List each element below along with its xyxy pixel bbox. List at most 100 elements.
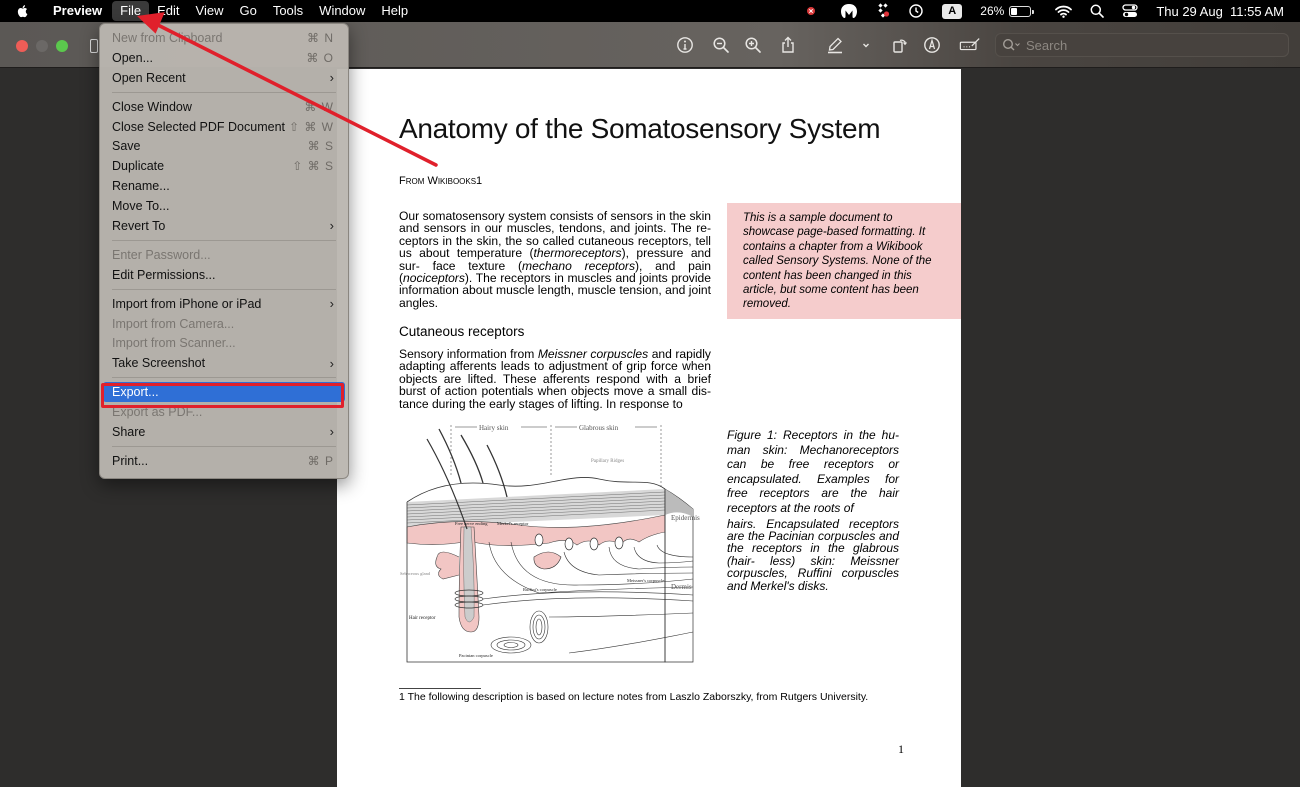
section-heading: Cutaneous receptors <box>399 324 525 339</box>
highlight-dropdown-chevron-icon[interactable] <box>856 35 876 55</box>
menu-view[interactable]: View <box>188 0 232 22</box>
app-menu-preview[interactable]: Preview <box>45 0 110 22</box>
battery-status[interactable]: 26% <box>980 4 1035 18</box>
menu-item-import-from-iphone-or-ipad[interactable]: Import from iPhone or iPad › <box>100 294 348 314</box>
highlight-pen-icon[interactable] <box>825 35 845 55</box>
minimize-window-button[interactable] <box>36 40 48 52</box>
menu-item-label: Move To... <box>112 199 170 214</box>
input-source-indicator[interactable]: A <box>942 3 963 19</box>
figure-label-glabrous-skin: Glabrous skin <box>579 424 619 432</box>
document-title: Anatomy of the Somatosensory System <box>399 113 881 144</box>
menu-file[interactable]: File <box>112 1 150 21</box>
menu-item-import-from-camera: Import from Camera... <box>100 314 348 334</box>
figure-label-sebaceous: Sebaceous gland <box>400 571 431 576</box>
footnote-rule <box>399 688 481 689</box>
signature-icon[interactable] <box>958 35 982 55</box>
caption-part-2: hairs. Encapsulated receptors are the Pa… <box>727 516 899 593</box>
menu-item-print[interactable]: Print... ⌘ P <box>100 451 348 471</box>
menu-help[interactable]: Help <box>373 0 416 22</box>
skin-receptors-figure: Hairy skin Glabrous skin Papillary Ridge… <box>400 424 700 663</box>
markup-icon[interactable] <box>922 35 942 55</box>
menu-item-shortcut: ⇧ ⌘ W <box>288 119 334 134</box>
menu-separator <box>112 377 336 379</box>
time-machine-icon[interactable] <box>908 3 924 19</box>
battery-icon <box>1009 5 1035 17</box>
chevron-right-icon: › <box>329 218 334 234</box>
menu-item-take-screenshot[interactable]: Take Screenshot › <box>100 353 348 373</box>
figure-label-pacinian: Pacinian corpuscle <box>459 653 493 658</box>
search-icon <box>1002 38 1020 51</box>
zoom-in-icon[interactable] <box>743 35 763 55</box>
figure-label-epidermis: Epidermis <box>671 514 700 522</box>
share-icon[interactable] <box>778 35 798 55</box>
menu-item-label: Import from iPhone or iPad <box>112 296 262 311</box>
menu-tools[interactable]: Tools <box>265 0 311 22</box>
menu-item-shortcut: ⇧ ⌘ S <box>292 159 334 174</box>
menu-item-open-recent[interactable]: Open Recent › <box>100 68 348 88</box>
menu-separator <box>112 239 336 241</box>
window-controls <box>16 40 68 52</box>
pdf-page[interactable]: Anatomy of the Somatosensory System From… <box>337 69 961 787</box>
document-source: From Wikibooks1 <box>399 175 483 187</box>
battery-percent: 26% <box>980 4 1005 18</box>
menu-item-label: Revert To <box>112 218 166 233</box>
menu-item-label: Take Screenshot <box>112 356 206 371</box>
menu-item-label: Import from Scanner... <box>112 336 236 351</box>
menu-item-label: Save <box>112 139 141 154</box>
cutaneous-paragraph: Sensory information from Meissner corpus… <box>399 348 711 410</box>
figure-caption: Figure 1: Receptors in the hu- man skin:… <box>727 428 899 592</box>
menu-item-export[interactable]: Export... <box>103 382 345 403</box>
page-number: 1 <box>898 742 904 756</box>
menu-bar: Preview File Edit View Go Tools Window H… <box>0 0 1300 22</box>
apple-menu-icon[interactable] <box>15 3 31 19</box>
sidebar-toggle-icon[interactable] <box>90 39 98 53</box>
menu-item-open[interactable]: Open... ⌘ O <box>100 48 348 68</box>
menu-item-share[interactable]: Share › <box>100 422 348 442</box>
menu-go[interactable]: Go <box>231 0 264 22</box>
menu-item-duplicate[interactable]: Duplicate ⇧ ⌘ S <box>100 156 348 176</box>
menu-item-label: New from Clipboard <box>112 30 223 45</box>
figure-label-merkel: Merkel's receptor <box>497 521 529 526</box>
record-stop-icon[interactable] <box>806 6 816 16</box>
menu-item-label: Open Recent <box>112 70 186 85</box>
menu-item-import-from-scanner: Import from Scanner... <box>100 333 348 353</box>
chevron-right-icon: › <box>329 296 334 312</box>
menu-item-move-to[interactable]: Move To... <box>100 196 348 216</box>
menu-item-shortcut: ⌘ W <box>304 99 334 114</box>
menu-item-close-window[interactable]: Close Window ⌘ W <box>100 97 348 117</box>
sample-notice-box: This is a sample document to showcase pa… <box>727 203 961 319</box>
menu-item-label: Enter Password... <box>112 247 211 262</box>
menu-item-save[interactable]: Save ⌘ S <box>100 136 348 156</box>
menu-item-shortcut: ⌘ N <box>307 30 334 45</box>
search-input[interactable] <box>1026 37 1266 53</box>
menu-item-label: Export... <box>112 385 159 400</box>
control-center-icon[interactable] <box>1122 4 1138 18</box>
menu-item-shortcut: ⌘ O <box>306 50 334 65</box>
search-field[interactable] <box>995 33 1289 57</box>
menu-item-enter-password: Enter Password... <box>100 245 348 265</box>
figure-label-hair-receptor: Hair receptor <box>409 616 436 621</box>
chevron-right-icon: › <box>329 70 334 86</box>
menu-item-label: Close Selected PDF Document <box>112 119 285 134</box>
menu-item-close-selected-pdf-document[interactable]: Close Selected PDF Document ⇧ ⌘ W <box>100 117 348 137</box>
menu-window[interactable]: Window <box>311 0 373 22</box>
menu-separator <box>112 288 336 290</box>
rotate-icon[interactable] <box>890 35 910 55</box>
menu-separator <box>112 91 336 93</box>
menu-item-rename[interactable]: Rename... <box>100 176 348 196</box>
menu-bar-clock[interactable]: Thu 29 Aug 11:55 AM <box>1156 4 1284 19</box>
wifi-icon[interactable] <box>1055 5 1073 18</box>
menu-edit[interactable]: Edit <box>149 0 187 22</box>
close-window-button[interactable] <box>16 40 28 52</box>
spotlight-search-icon[interactable] <box>1090 4 1105 18</box>
malwarebytes-icon[interactable] <box>840 3 858 19</box>
dropbox-icon[interactable] <box>876 3 890 19</box>
zoom-out-icon[interactable] <box>711 35 731 55</box>
zoom-window-button[interactable] <box>56 40 68 52</box>
info-icon[interactable] <box>675 35 695 55</box>
menu-item-export-as-pdf: Export as PDF... <box>100 402 348 422</box>
menu-item-revert-to[interactable]: Revert To › <box>100 216 348 236</box>
menu-item-edit-permissions[interactable]: Edit Permissions... <box>100 265 348 285</box>
menu-item-label: Import from Camera... <box>112 316 235 331</box>
menu-item-label: Export as PDF... <box>112 405 203 420</box>
